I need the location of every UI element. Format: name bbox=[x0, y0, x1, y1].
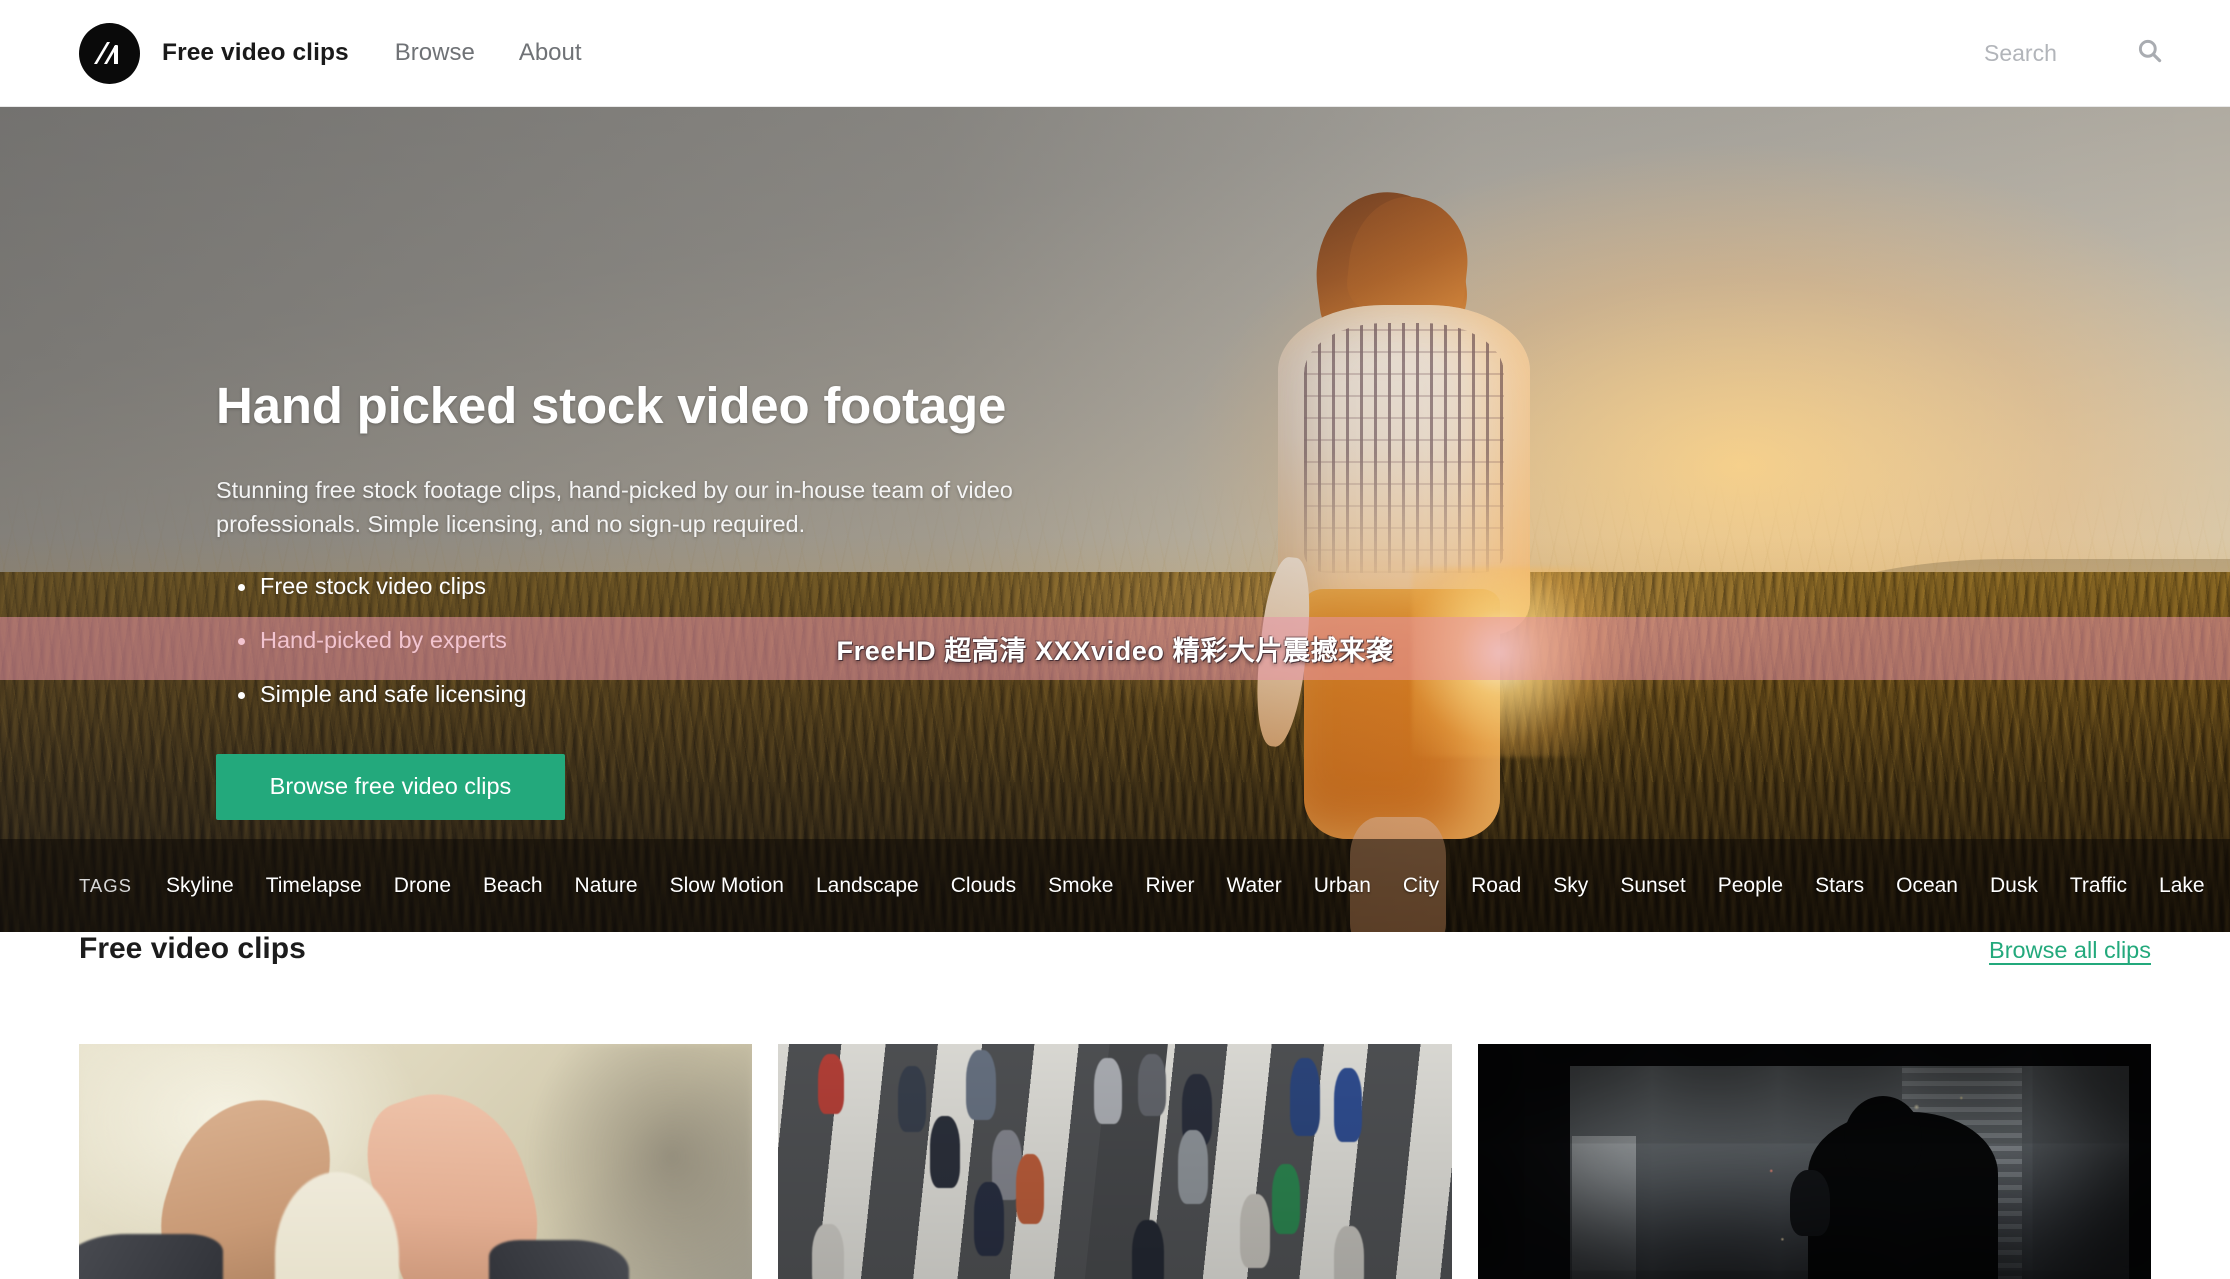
tag-link-sunset[interactable]: Sunset bbox=[1620, 874, 1685, 898]
tag-link-landscape[interactable]: Landscape bbox=[816, 874, 919, 898]
tag-link-sky[interactable]: Sky bbox=[1553, 874, 1588, 898]
tag-link-lake[interactable]: Lake bbox=[2159, 874, 2205, 898]
clip-thumbnail-image bbox=[1477, 1044, 2151, 1279]
tag-link-ocean[interactable]: Ocean bbox=[1896, 874, 1958, 898]
tag-link-river[interactable]: River bbox=[1145, 874, 1194, 898]
tag-link-urban[interactable]: Urban bbox=[1314, 874, 1371, 898]
brand-home-link[interactable]: Free video clips bbox=[79, 22, 349, 84]
clip-thumbnail-image bbox=[79, 1044, 753, 1279]
hero-feature-item: Free stock video clips bbox=[216, 573, 1136, 600]
hero-subtitle: Stunning free stock footage clips, hand-… bbox=[216, 477, 1013, 537]
tag-link-people[interactable]: People bbox=[1718, 874, 1783, 898]
tag-link-dusk[interactable]: Dusk bbox=[1990, 874, 2038, 898]
clips-section-header: Free video clips Browse all clips bbox=[79, 932, 2151, 1044]
browse-all-clips-link[interactable]: Browse all clips bbox=[1989, 937, 2151, 964]
tag-link-water[interactable]: Water bbox=[1226, 874, 1281, 898]
tag-link-drone[interactable]: Drone bbox=[394, 874, 451, 898]
tag-link-slow-motion[interactable]: Slow Motion bbox=[670, 874, 784, 898]
clips-section-title: Free video clips bbox=[79, 932, 306, 965]
ad-overlay-banner[interactable]: FreeHD 超高清 XXXvideo 精彩大片震撼来袭 bbox=[0, 617, 2230, 680]
tag-link-beach[interactable]: Beach bbox=[483, 874, 543, 898]
hero-feature-item: Simple and safe licensing bbox=[216, 681, 1136, 708]
brand-name: Free video clips bbox=[162, 39, 349, 66]
search-input[interactable] bbox=[1984, 39, 2116, 67]
search-area bbox=[1984, 37, 2163, 69]
tags-label: TAGS bbox=[79, 874, 132, 896]
site-header: Free video clips Browse About bbox=[0, 0, 2230, 107]
tag-link-skyline[interactable]: Skyline bbox=[166, 874, 234, 898]
clip-thumbnail-image bbox=[778, 1044, 1452, 1279]
tag-link-stars[interactable]: Stars bbox=[1815, 874, 1864, 898]
clips-grid bbox=[79, 1044, 2151, 1279]
tag-link-clouds[interactable]: Clouds bbox=[951, 874, 1016, 898]
nav-item-browse[interactable]: Browse bbox=[395, 39, 475, 67]
free-video-clips-section: Free video clips Browse all clips bbox=[0, 932, 2230, 1279]
hero-section: Hand picked stock video footage Stunning… bbox=[0, 107, 2230, 932]
m-monogram-logo-icon bbox=[79, 22, 140, 84]
tag-link-road[interactable]: Road bbox=[1471, 874, 1521, 898]
tag-link-timelapse[interactable]: Timelapse bbox=[266, 874, 362, 898]
tags-bar: TAGS Skyline Timelapse Drone Beach Natur… bbox=[0, 839, 2230, 932]
clip-card-night-window[interactable] bbox=[1477, 1044, 2151, 1279]
search-icon[interactable] bbox=[2136, 37, 2163, 69]
nav-item-about[interactable]: About bbox=[519, 39, 582, 67]
tag-link-smoke[interactable]: Smoke bbox=[1048, 874, 1113, 898]
clip-card-hands-heart[interactable] bbox=[79, 1044, 753, 1279]
clip-card-crosswalk[interactable] bbox=[778, 1044, 1452, 1279]
ad-overlay-text: FreeHD 超高清 XXXvideo 精彩大片震撼来袭 bbox=[836, 636, 1394, 666]
hero-title: Hand picked stock video footage bbox=[216, 377, 1007, 434]
main-nav: Browse About bbox=[395, 39, 582, 67]
tag-link-city[interactable]: City bbox=[1403, 874, 1439, 898]
hero-content: Hand picked stock video footage Stunning… bbox=[216, 377, 1136, 820]
tag-link-traffic[interactable]: Traffic bbox=[2070, 874, 2127, 898]
browse-free-video-clips-button[interactable]: Browse free video clips bbox=[216, 753, 565, 820]
tag-link-nature[interactable]: Nature bbox=[575, 874, 638, 898]
